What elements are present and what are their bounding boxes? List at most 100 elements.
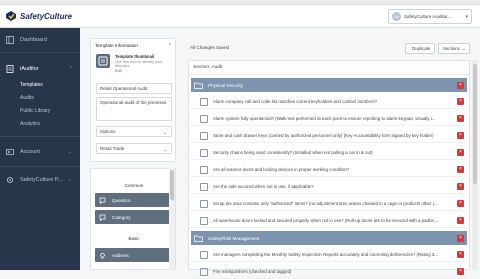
question-icon bbox=[200, 165, 208, 174]
divider bbox=[0, 166, 80, 167]
question-text[interactable]: Scrap tire area contains only "authorize… bbox=[213, 201, 467, 206]
scrollbar-thumb[interactable] bbox=[473, 64, 477, 184]
options-label: Options bbox=[100, 129, 116, 134]
delete-icon[interactable]: × bbox=[457, 166, 464, 173]
delete-icon[interactable]: × bbox=[457, 183, 464, 190]
delete-icon[interactable]: × bbox=[457, 81, 464, 89]
sidebar-item-dashboard[interactable]: Dashboard bbox=[0, 36, 80, 44]
delete-icon[interactable]: × bbox=[457, 98, 464, 105]
question-row[interactable]: Are all exterior doors and locking devic… bbox=[191, 163, 467, 177]
question-text[interactable]: Are all exterior doors and locking devic… bbox=[213, 167, 467, 172]
app-logo[interactable]: SafetyCulture bbox=[5, 10, 72, 22]
section-row[interactable]: Safety/Risk Management × bbox=[191, 231, 467, 245]
question-text[interactable]: Alarm company call and code list matches… bbox=[213, 99, 467, 104]
delete-icon[interactable]: × bbox=[457, 217, 464, 224]
question-row[interactable]: Scrap tire area contains only "authorize… bbox=[191, 197, 467, 211]
question-text[interactable]: Are the safe secured when not in use, if… bbox=[213, 184, 467, 189]
delete-icon[interactable]: × bbox=[457, 149, 464, 156]
divider bbox=[0, 136, 80, 137]
section-heading: Section: Audit bbox=[189, 61, 469, 75]
palette-item-label: Question bbox=[112, 197, 131, 203]
palette-scrollbar[interactable] bbox=[169, 168, 175, 270]
question-icon bbox=[200, 250, 208, 259]
sidebar-item-analytics[interactable]: Analytics bbox=[20, 121, 40, 127]
sidebar-item-label: Account bbox=[20, 149, 40, 155]
delete-icon[interactable]: × bbox=[457, 115, 464, 122]
chevron-down-icon: ▾ bbox=[465, 13, 468, 20]
template-thumbnail[interactable] bbox=[96, 54, 110, 68]
thumbnail-description: Use this icon to identify your template bbox=[115, 60, 163, 69]
options-dropdown[interactable]: Options ⌄ bbox=[96, 126, 172, 137]
question-row[interactable]: Alarm company call and code list matches… bbox=[191, 95, 467, 109]
sidebar-item-label: Dashboard bbox=[20, 37, 47, 43]
question-icon bbox=[200, 148, 208, 157]
sidebar-item-templates[interactable]: Templates bbox=[20, 82, 43, 88]
location-pin-icon bbox=[100, 252, 105, 259]
chevron-down-icon: ⌄ bbox=[67, 149, 72, 155]
edit-thumbnail-link[interactable]: Edit bbox=[115, 69, 122, 73]
chevron-down-icon: ⌄ bbox=[162, 130, 167, 136]
palette-item-question[interactable]: Question bbox=[95, 193, 173, 207]
checklist-icon bbox=[6, 65, 14, 73]
sidebar-item-iauditor[interactable]: iAuditor ^ bbox=[0, 65, 80, 73]
dashboard-icon bbox=[6, 36, 14, 44]
template-description-field[interactable]: Operational audit of the premises. bbox=[96, 97, 172, 121]
chevron-down-icon: ⌄ bbox=[162, 147, 167, 153]
avatar: SA bbox=[392, 12, 401, 21]
question-icon bbox=[200, 114, 208, 123]
question-row[interactable]: Fire extinguishers (checked and tagged) × bbox=[191, 265, 467, 279]
editor-scrollbar[interactable] bbox=[472, 60, 478, 270]
section-row[interactable]: Physical Security × bbox=[191, 78, 467, 92]
duplicate-button[interactable]: Duplicate bbox=[405, 43, 435, 54]
sidebar-item-safetyculture[interactable]: SafetyCulture P... ⌄ bbox=[0, 176, 80, 184]
sidebar-item-account[interactable]: Account ⌄ bbox=[0, 148, 80, 156]
delete-icon[interactable]: × bbox=[457, 200, 464, 207]
delete-icon[interactable]: × bbox=[457, 251, 464, 258]
duplicate-label: Duplicate bbox=[412, 46, 431, 51]
question-icon bbox=[200, 216, 208, 225]
question-text[interactable]: All warehouse doors locked and secured p… bbox=[213, 218, 467, 223]
widget-palette: Common Question Category Basic Address bbox=[90, 168, 176, 270]
app-name: SafetyCulture bbox=[20, 11, 73, 21]
question-icon bbox=[200, 199, 208, 208]
question-text[interactable]: Security chains being used consistently?… bbox=[213, 150, 467, 155]
sidebar-item-public-library[interactable]: Public Library bbox=[20, 108, 50, 114]
thumbnail-title: Template thumbnail bbox=[115, 54, 155, 59]
question-row[interactable]: Store and cash drawer keys (carried by a… bbox=[191, 129, 467, 143]
question-text[interactable]: Store and cash drawer keys (carried by a… bbox=[213, 133, 467, 138]
question-icon bbox=[99, 197, 106, 204]
delete-icon[interactable]: × bbox=[457, 132, 464, 139]
palette-item-category[interactable]: Category bbox=[95, 210, 173, 224]
scrollbar-thumb[interactable] bbox=[170, 170, 174, 200]
palette-heading-common: Common bbox=[124, 183, 144, 188]
delete-icon[interactable]: × bbox=[457, 234, 464, 242]
folder-icon bbox=[194, 82, 203, 89]
template-icon bbox=[98, 56, 108, 66]
palette-item-address[interactable]: Address bbox=[95, 248, 173, 262]
sections-dropdown[interactable]: Sections ⌄ bbox=[438, 43, 470, 54]
section-title: Physical Security bbox=[208, 82, 243, 88]
sidebar-item-label: SafetyCulture P... bbox=[20, 177, 63, 183]
industry-select[interactable]: Retail Trade ⌄ bbox=[96, 143, 172, 154]
question-row[interactable]: Are the safe secured when not in use, if… bbox=[191, 180, 467, 194]
question-text[interactable]: Alarm system fully operational? (Walk te… bbox=[213, 116, 467, 121]
chevron-down-icon: ⌄ bbox=[67, 177, 72, 183]
collapse-icon[interactable]: ‹ bbox=[169, 42, 171, 48]
delete-icon[interactable]: × bbox=[457, 268, 464, 275]
palette-heading-basic: Basic bbox=[128, 236, 140, 241]
palette-item-label: Category bbox=[112, 214, 131, 220]
question-row[interactable]: Security chains being used consistently?… bbox=[191, 146, 467, 160]
account-name: SafetyCulture iAuditor... bbox=[404, 14, 452, 19]
template-information-panel: Template Information ‹ Template thumbnai… bbox=[90, 38, 176, 162]
question-row[interactable]: All warehouse doors locked and secured p… bbox=[191, 214, 467, 228]
question-icon bbox=[200, 182, 208, 191]
folder-icon bbox=[194, 235, 203, 242]
account-menu[interactable]: SA SafetyCulture iAuditor... ▾ bbox=[388, 9, 472, 24]
template-title-field[interactable]: Retail Operational Audit bbox=[96, 83, 172, 94]
category-icon bbox=[99, 214, 106, 221]
sidebar-item-audits[interactable]: Audits bbox=[20, 95, 34, 101]
question-row[interactable]: Are managers completing the Monthly Safe… bbox=[191, 248, 467, 262]
industry-value: Retail Trade bbox=[100, 146, 125, 151]
question-row[interactable]: Alarm system fully operational? (Walk te… bbox=[191, 112, 467, 126]
question-text[interactable]: Are managers completing the Monthly Safe… bbox=[213, 252, 467, 257]
